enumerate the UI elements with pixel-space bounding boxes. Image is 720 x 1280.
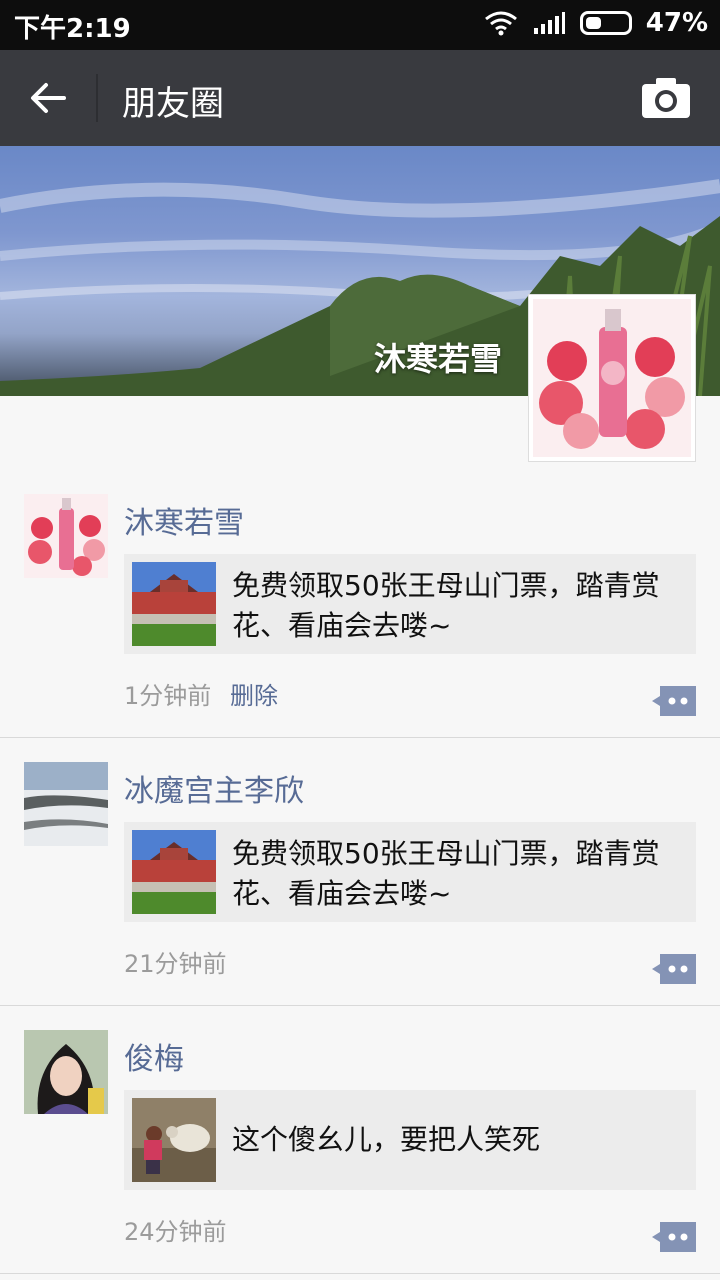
comment-more-icon: [652, 686, 696, 716]
link-thumbnail: [132, 562, 216, 646]
shared-link-card[interactable]: 这个傻幺儿，要把人笑死: [124, 1090, 696, 1190]
comment-more-icon: [652, 954, 696, 984]
page-title: 朋友圈: [122, 84, 224, 124]
wifi-icon: [484, 11, 517, 36]
signal-icon: [533, 12, 565, 34]
comment-button[interactable]: [652, 954, 696, 984]
temple-image: [132, 830, 216, 914]
camera-button[interactable]: [640, 74, 692, 122]
post-author[interactable]: 俊梅: [124, 1034, 184, 1078]
comment-more-icon: [652, 1222, 696, 1252]
comment-button[interactable]: [652, 686, 696, 716]
post-time: 21分钟前: [124, 950, 227, 978]
link-thumbnail: [132, 830, 216, 914]
post-author[interactable]: 沐寒若雪: [124, 498, 244, 542]
status-icons: 47%: [484, 8, 708, 38]
link-title: 免费领取50张王母山门票，踏青赏花、看庙会去喽~: [232, 837, 660, 910]
cosmetics-roses-image: [533, 299, 691, 457]
comment-button[interactable]: [652, 1222, 696, 1252]
status-bar: 下午2:19 47%: [0, 0, 720, 50]
delete-link[interactable]: 删除: [230, 676, 278, 711]
battery-percent: 47%: [645, 8, 708, 38]
shared-link-card[interactable]: 免费领取50张王母山门票，踏青赏花、看庙会去喽~: [124, 822, 696, 922]
cover-username: 沐寒若雪: [373, 340, 502, 378]
moment-post: 俊梅 这个傻幺儿，要把人笑死 24分钟前: [0, 1006, 720, 1274]
post-time: 1分钟前: [124, 682, 212, 710]
back-arrow-icon: [31, 83, 66, 113]
title-bar: 朋友圈: [0, 50, 720, 146]
moment-post: 沐寒若雪 免费领取50张王母山门票，踏青赏花、看庙会去喽~ 1分钟前 删除: [0, 470, 720, 738]
link-title: 这个傻幺儿，要把人笑死: [232, 1123, 541, 1156]
avatar[interactable]: [24, 762, 108, 846]
title-divider: [96, 74, 98, 122]
post-author[interactable]: 冰魔宫主李欣: [124, 766, 304, 810]
battery-icon: [579, 11, 632, 35]
avatar[interactable]: [24, 1030, 108, 1114]
avatar[interactable]: [24, 494, 108, 578]
moments-feed: 沐寒若雪 免费领取50张王母山门票，踏青赏花、看庙会去喽~ 1分钟前 删除 冰魔…: [0, 470, 720, 1274]
link-title: 免费领取50张王母山门票，踏青赏花、看庙会去喽~: [232, 569, 660, 642]
moment-post: 冰魔宫主李欣 免费领取50张王母山门票，踏青赏花、看庙会去喽~ 21分钟前: [0, 738, 720, 1006]
temple-image: [132, 562, 216, 646]
shared-link-card[interactable]: 免费领取50张王母山门票，踏青赏花、看庙会去喽~: [124, 554, 696, 654]
woman-portrait-image: [24, 1030, 108, 1114]
camera-icon: [642, 78, 690, 118]
my-avatar[interactable]: [528, 294, 696, 462]
link-thumbnail: [132, 1098, 216, 1182]
back-button[interactable]: [18, 70, 78, 126]
cosmetics-roses-image: [24, 494, 108, 578]
child-with-sheep-image: [132, 1098, 216, 1182]
post-time: 24分钟前: [124, 1218, 227, 1246]
status-time: 下午2:19: [14, 14, 131, 44]
snow-landscape-image: [24, 762, 108, 846]
